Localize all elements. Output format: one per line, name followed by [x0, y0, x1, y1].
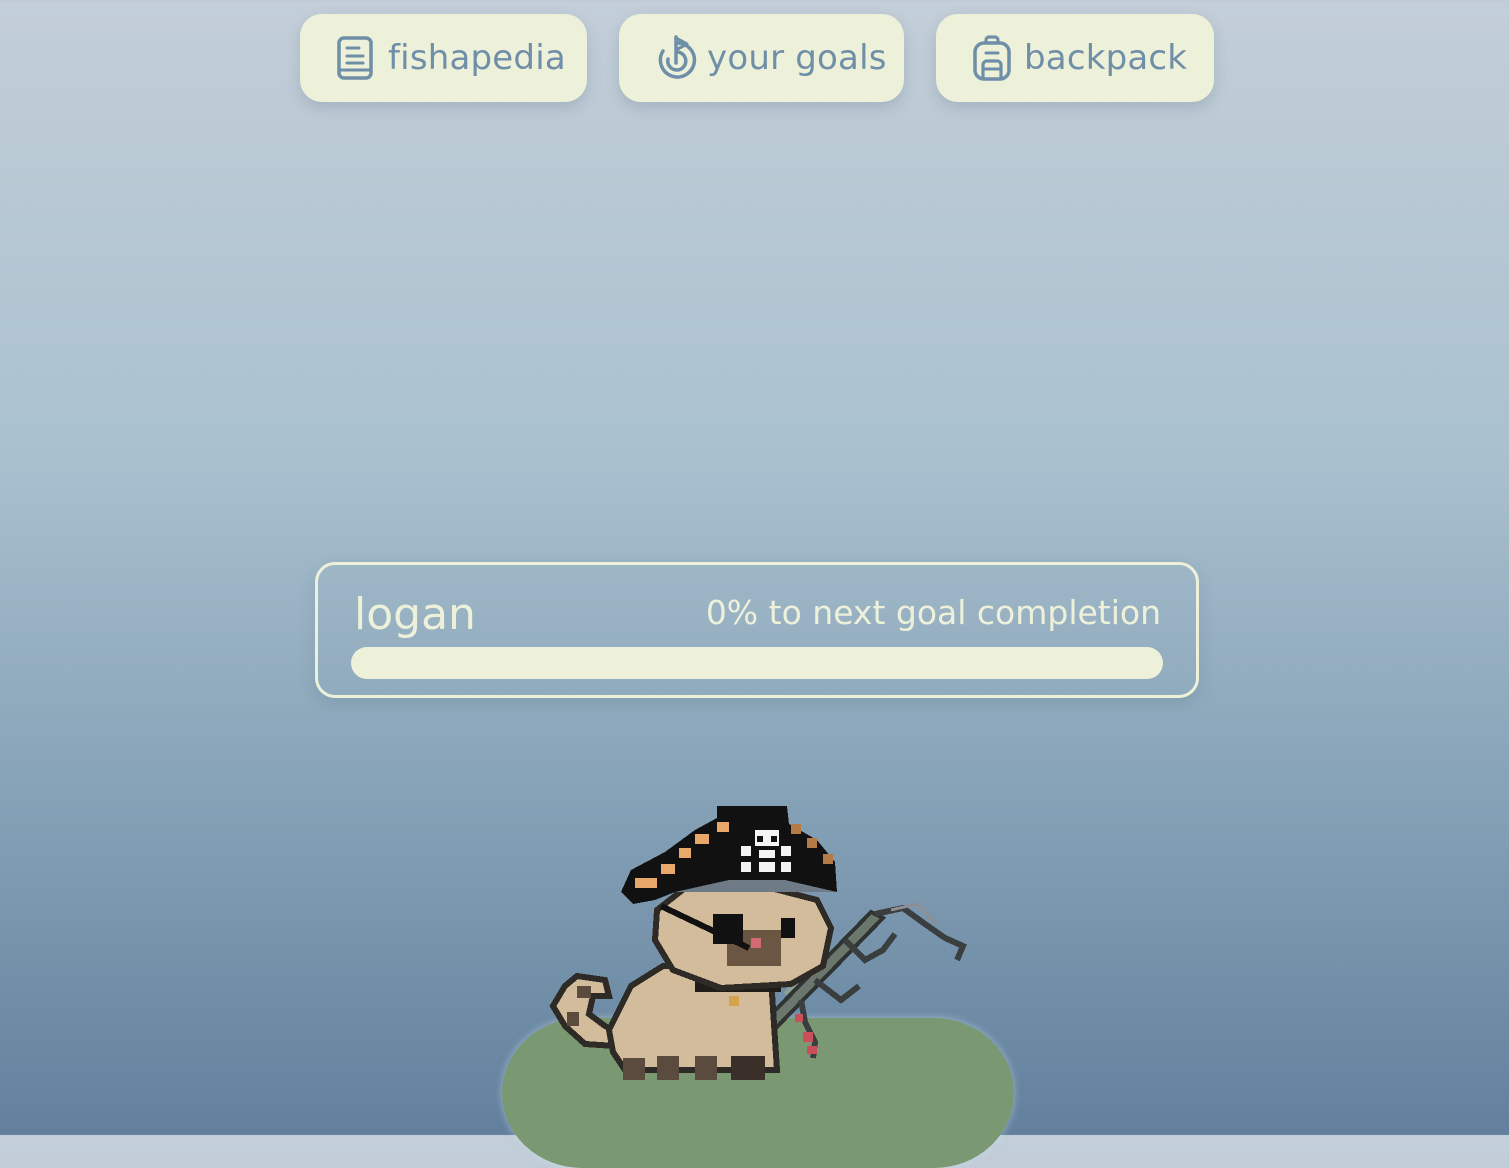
your-goals-label: your goals: [707, 38, 887, 78]
book-icon: [336, 35, 376, 81]
goal-progress-text: 0% to next goal completion: [705, 593, 1161, 632]
goal-progress-bar: [351, 647, 1163, 679]
fishapedia-button[interactable]: fishapedia: [300, 14, 587, 102]
player-name: logan: [354, 589, 476, 640]
pirate-cat-character[interactable]: [545, 800, 975, 1090]
backpack-icon: [972, 35, 1012, 81]
backpack-button[interactable]: backpack: [936, 14, 1214, 102]
your-goals-button[interactable]: your goals: [619, 14, 904, 102]
backpack-label: backpack: [1024, 38, 1188, 78]
target-icon: [655, 35, 697, 81]
player-progress-panel: logan 0% to next goal completion: [315, 562, 1199, 698]
fishapedia-label: fishapedia: [388, 38, 566, 78]
